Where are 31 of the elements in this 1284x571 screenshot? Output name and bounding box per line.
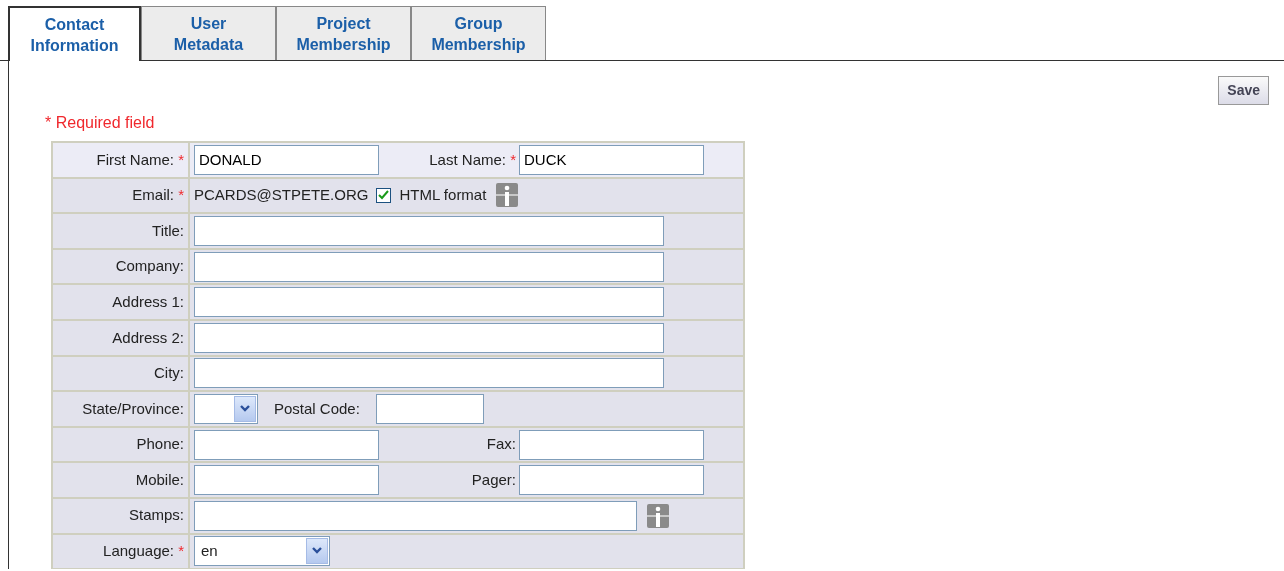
field-label: Title: [152, 221, 184, 239]
field-label: Phone: [136, 435, 184, 453]
tab[interactable]: Group Membership [411, 6, 546, 60]
input-field[interactable]: DUCK [519, 144, 704, 175]
dropdown[interactable]: en [194, 536, 330, 567]
field-value: PCARDS@STPETE.ORG [194, 185, 369, 206]
required-mark: * [178, 186, 184, 204]
field-label: Email: [132, 186, 174, 204]
field-label: Mobile: [135, 470, 184, 488]
field-label: Company: [115, 257, 184, 275]
save-button[interactable]: Save [1218, 76, 1269, 105]
input-field[interactable]: DONALD [194, 144, 379, 175]
required-mark: * [510, 150, 516, 168]
checkbox-label: HTML format [399, 185, 487, 206]
required-mark: * [178, 150, 184, 168]
field-label: Address 1: [112, 292, 184, 310]
tab[interactable]: User Metadata [141, 6, 276, 60]
field-label: State/Province: [82, 399, 184, 417]
field-label: Postal Code: [274, 398, 360, 419]
field-label: Fax: [486, 435, 516, 453]
field-label: First Name: [96, 150, 174, 168]
field-label: City: [154, 364, 184, 382]
field-label: Last Name: [429, 150, 506, 168]
required-note: * Required field [45, 113, 155, 133]
field-label: Language: [103, 542, 174, 560]
tab[interactable]: Project Membership [276, 6, 411, 60]
required-mark: * [178, 542, 184, 560]
field-label: Stamps: [128, 506, 184, 524]
tab[interactable]: Contact Information [8, 6, 141, 61]
field-label: Pager: [471, 470, 516, 488]
field-label: Address 2: [112, 328, 184, 346]
